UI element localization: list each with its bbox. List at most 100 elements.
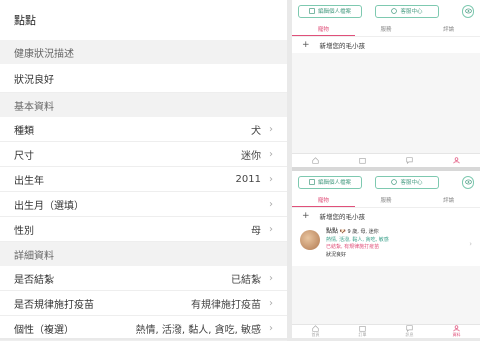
pet-card-meta: 9 歲, 母, 迷你	[347, 229, 379, 235]
nav-orders-label: 訂單	[358, 332, 367, 337]
row-personality[interactable]: 個性（複選） 熱情, 活潑, 黏人, 貪吃, 敏感 ›	[0, 316, 287, 341]
action-bar: 編輯個人檔案 客服中心	[292, 171, 480, 193]
tab-reviews[interactable]: 評論	[417, 22, 480, 36]
chevron-right-icon: ›	[269, 322, 273, 334]
nav-messages[interactable]: 訊息	[386, 325, 433, 338]
pet-card-vaccine: 已結紮, 有規律施打疫苗	[326, 244, 380, 250]
bottom-nav	[292, 153, 480, 167]
chevron-right-icon: ›	[269, 297, 273, 309]
bottom-nav: 首頁 訂單 訊息 資料	[292, 324, 480, 338]
eye-icon	[464, 8, 472, 14]
chat-icon	[391, 179, 398, 185]
basic-section-header: 基本資料	[0, 93, 287, 117]
tab-pets[interactable]: 寵物	[292, 193, 355, 207]
chevron-right-icon: ›	[269, 123, 273, 135]
row-label: 出生年	[14, 175, 44, 187]
help-center-label: 客服中心	[400, 180, 423, 186]
row-neutered[interactable]: 是否結紮 已結紮 ›	[0, 266, 287, 291]
chevron-right-icon: ›	[269, 272, 273, 284]
nav-profile-label: 資料	[452, 332, 461, 337]
pet-info: 點點 🐶 9 歲, 母, 迷你 熱情, 活潑, 黏人, 貪吃, 敏感 已結紮, …	[326, 228, 389, 262]
view-toggle-button[interactable]	[462, 175, 474, 189]
message-icon	[406, 157, 413, 164]
add-pet-row[interactable]: + 新增您的毛小孩	[292, 37, 480, 53]
view-toggle-button[interactable]	[462, 4, 474, 18]
action-bar: 編輯個人檔案 客服中心	[292, 0, 480, 22]
edit-profile-label: 編輯個人檔案	[317, 9, 351, 15]
row-size[interactable]: 尺寸 迷你 ›	[0, 142, 287, 167]
help-center-label: 客服中心	[400, 9, 423, 15]
edit-profile-button[interactable]: 編輯個人檔案	[298, 4, 362, 18]
message-icon	[406, 325, 413, 332]
row-gender[interactable]: 性別 母 ›	[0, 217, 287, 242]
calendar-icon	[359, 326, 366, 332]
chevron-right-icon: ›	[269, 148, 273, 160]
add-pet-row[interactable]: + 新增您的毛小孩	[292, 208, 480, 224]
tab-services[interactable]: 服務	[355, 22, 418, 36]
row-birth-year[interactable]: 出生年 2011 ›	[0, 167, 287, 192]
edit-icon	[309, 179, 315, 185]
row-label: 種類	[14, 125, 34, 137]
row-vaccine[interactable]: 是否規律施打疫苗 有規律施打疫苗 ›	[0, 291, 287, 316]
profile-tabs: 寵物 服務 評論	[292, 193, 480, 208]
row-label: 是否規律施打疫苗	[14, 299, 94, 311]
home-icon	[312, 157, 319, 164]
health-section-header: 健康狀況描述	[0, 40, 287, 64]
row-value: 已結紮	[231, 274, 261, 286]
pet-card-health: 狀況良好	[326, 251, 347, 258]
nav-profile[interactable]	[433, 154, 480, 167]
pet-detail-panel: 點點 健康狀況描述 狀況良好 基本資料 種類 犬 › 尺寸 迷你 › 出生年 2…	[0, 0, 287, 341]
row-species[interactable]: 種類 犬 ›	[0, 117, 287, 142]
plus-icon: +	[302, 211, 310, 221]
user-icon	[453, 325, 460, 332]
row-birth-month[interactable]: 出生月（選填） ›	[0, 192, 287, 217]
pet-name-title: 點點	[14, 14, 36, 27]
edit-icon	[309, 8, 315, 14]
pet-avatar	[300, 230, 320, 250]
pet-card-name: 點點	[326, 228, 339, 235]
nav-messages-label: 訊息	[405, 332, 414, 337]
row-label: 個性（複選）	[14, 324, 74, 336]
pet-card[interactable]: 點點 🐶 9 歲, 母, 迷你 熱情, 活潑, 黏人, 貪吃, 敏感 已結紮, …	[292, 224, 480, 266]
profile-panel-empty: 編輯個人檔案 客服中心 寵物 服務 評論 + 新增您的毛小孩	[292, 0, 480, 167]
eye-icon	[464, 179, 472, 185]
health-value[interactable]: 狀況良好	[0, 64, 287, 93]
calendar-icon	[359, 158, 366, 164]
edit-profile-button[interactable]: 編輯個人檔案	[298, 175, 362, 189]
nav-home-label: 首頁	[311, 332, 320, 337]
chevron-right-icon: ›	[269, 223, 273, 235]
detail-section-header: 詳細資料	[0, 242, 287, 266]
plus-icon: +	[302, 40, 310, 50]
user-icon	[453, 157, 460, 164]
row-label: 是否結紮	[14, 274, 54, 286]
help-center-button[interactable]: 客服中心	[375, 4, 439, 18]
tab-reviews[interactable]: 評論	[417, 193, 480, 207]
row-label: 尺寸	[14, 150, 34, 162]
row-value: 迷你	[241, 150, 261, 162]
profile-tabs: 寵物 服務 評論	[292, 22, 480, 37]
row-value: 犬	[251, 125, 261, 137]
home-icon	[312, 325, 319, 332]
row-label: 性別	[14, 225, 34, 237]
nav-orders[interactable]	[339, 154, 386, 167]
row-label: 出生月（選填）	[14, 200, 84, 212]
nav-profile[interactable]: 資料	[433, 325, 480, 338]
row-value: 2011	[235, 173, 261, 185]
tab-pets[interactable]: 寵物	[292, 22, 355, 36]
help-center-button[interactable]: 客服中心	[375, 175, 439, 189]
chevron-right-icon: ›	[269, 173, 273, 185]
row-value: 有規律施打疫苗	[191, 299, 261, 311]
tab-services[interactable]: 服務	[355, 193, 418, 207]
nav-orders[interactable]: 訂單	[339, 325, 386, 338]
profile-panel-with-pet: 編輯個人檔案 客服中心 寵物 服務 評論 + 新增您的毛小孩 點點 🐶 9 歲,…	[292, 171, 480, 338]
pet-card-traits: 熱情, 活潑, 黏人, 貪吃, 敏感	[326, 236, 389, 243]
add-pet-label: 新增您的毛小孩	[319, 213, 366, 221]
chat-icon	[391, 8, 398, 14]
nav-messages[interactable]	[386, 154, 433, 167]
chevron-right-icon: ›	[269, 198, 273, 210]
nav-home[interactable]	[292, 154, 339, 167]
row-value: 熱情, 活潑, 黏人, 貪吃, 敏感	[135, 324, 261, 336]
chevron-right-icon: ›	[469, 240, 472, 248]
dog-icon: 🐶	[339, 229, 346, 235]
nav-home[interactable]: 首頁	[292, 325, 339, 338]
